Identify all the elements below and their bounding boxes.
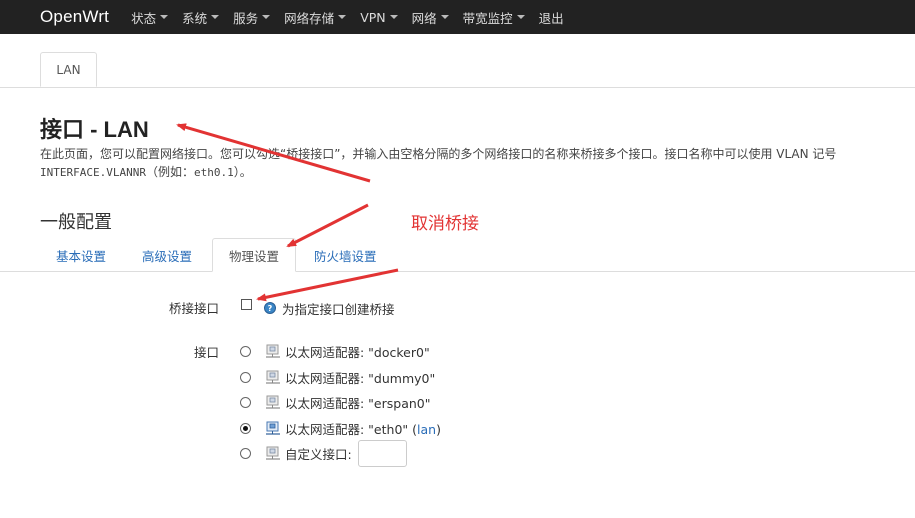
bridge-label: 桥接接口 xyxy=(168,301,219,316)
caret-down-icon xyxy=(440,15,449,19)
custom-interface-input[interactable] xyxy=(358,440,407,467)
caret-down-icon xyxy=(338,15,347,19)
page-description: 在此页面，您可以配置网络接口。您可以勾选“桥接接口”，并输入由空格分隔的多个网络… xyxy=(40,147,837,161)
ethernet-icon xyxy=(266,344,280,358)
caret-down-icon xyxy=(262,15,271,19)
interface-radio-dummy0[interactable] xyxy=(240,371,251,383)
sub-tabs-divider xyxy=(0,271,915,272)
interface-option-custom: 自定义接口: xyxy=(240,445,352,462)
interface-radio-eth0[interactable] xyxy=(240,422,251,434)
bridge-help-text: 为指定接口创建桥接 xyxy=(282,302,395,317)
nav-menu-system[interactable]: 系统 xyxy=(182,8,220,27)
interface-option-dummy0: 以太网适配器: "dummy0" xyxy=(240,369,435,386)
top-tabs-divider xyxy=(0,87,915,88)
caret-down-icon xyxy=(211,15,220,19)
page-description-line2: INTERFACE.VLANNR（例如：eth0.1）。 xyxy=(40,165,252,179)
interface-radio-erspan0[interactable] xyxy=(240,396,251,408)
code-vlan-example: eth0.1 xyxy=(193,166,234,179)
interface-option-eth0: 以太网适配器: "eth0" (lan) xyxy=(240,420,441,437)
navbar: OpenWrt 状态 系统 服务 网络存储 VPN 网络 带宽监控 退出 xyxy=(0,0,915,34)
interface-option-erspan0: 以太网适配器: "erspan0" xyxy=(240,394,431,411)
tab-physical-settings[interactable]: 物理设置 xyxy=(212,238,296,272)
interface-radio-custom[interactable] xyxy=(240,447,251,459)
nav-menu-nas[interactable]: 网络存储 xyxy=(284,8,347,27)
section-title: 一般配置 xyxy=(40,212,112,233)
caret-down-icon xyxy=(160,15,169,19)
nav-menu-network[interactable]: 网络 xyxy=(412,8,449,27)
help-icon: ? xyxy=(264,302,276,314)
annotation-label: 取消桥接 xyxy=(411,214,479,234)
tab-firewall-settings[interactable]: 防火墙设置 xyxy=(314,238,377,272)
nav-menu-services[interactable]: 服务 xyxy=(233,8,271,27)
nav-menu-bandwidth[interactable]: 带宽监控 xyxy=(463,8,525,27)
lan-network-link[interactable]: lan xyxy=(417,422,436,437)
arrow-to-bridge-checkbox xyxy=(256,268,399,302)
nav-menu-vpn[interactable]: VPN xyxy=(360,10,398,25)
bridge-checkbox[interactable] xyxy=(241,299,252,310)
brand-logo[interactable]: OpenWrt xyxy=(40,7,109,27)
caret-down-icon xyxy=(516,15,525,19)
caret-down-icon xyxy=(389,15,398,19)
annotation-arrows xyxy=(176,123,399,302)
nav-logout[interactable]: 退出 xyxy=(539,8,564,27)
ethernet-icon xyxy=(266,395,280,409)
code-vlan-format: INTERFACE.VLANNR xyxy=(40,166,146,179)
page-title: 接口 - LAN xyxy=(40,117,149,142)
ethernet-connected-icon xyxy=(266,421,280,435)
tab-advanced-settings[interactable]: 高级设置 xyxy=(142,238,192,272)
tab-basic-settings[interactable]: 基本设置 xyxy=(56,238,106,272)
interface-option-docker0: 以太网适配器: "docker0" xyxy=(240,343,430,360)
ethernet-icon xyxy=(266,370,280,384)
interface-label: 接口 xyxy=(193,345,219,360)
interface-radio-docker0[interactable] xyxy=(240,345,251,357)
nav-menu-status[interactable]: 状态 xyxy=(131,8,169,27)
tab-lan[interactable]: LAN xyxy=(40,52,97,87)
ethernet-icon xyxy=(266,446,280,460)
